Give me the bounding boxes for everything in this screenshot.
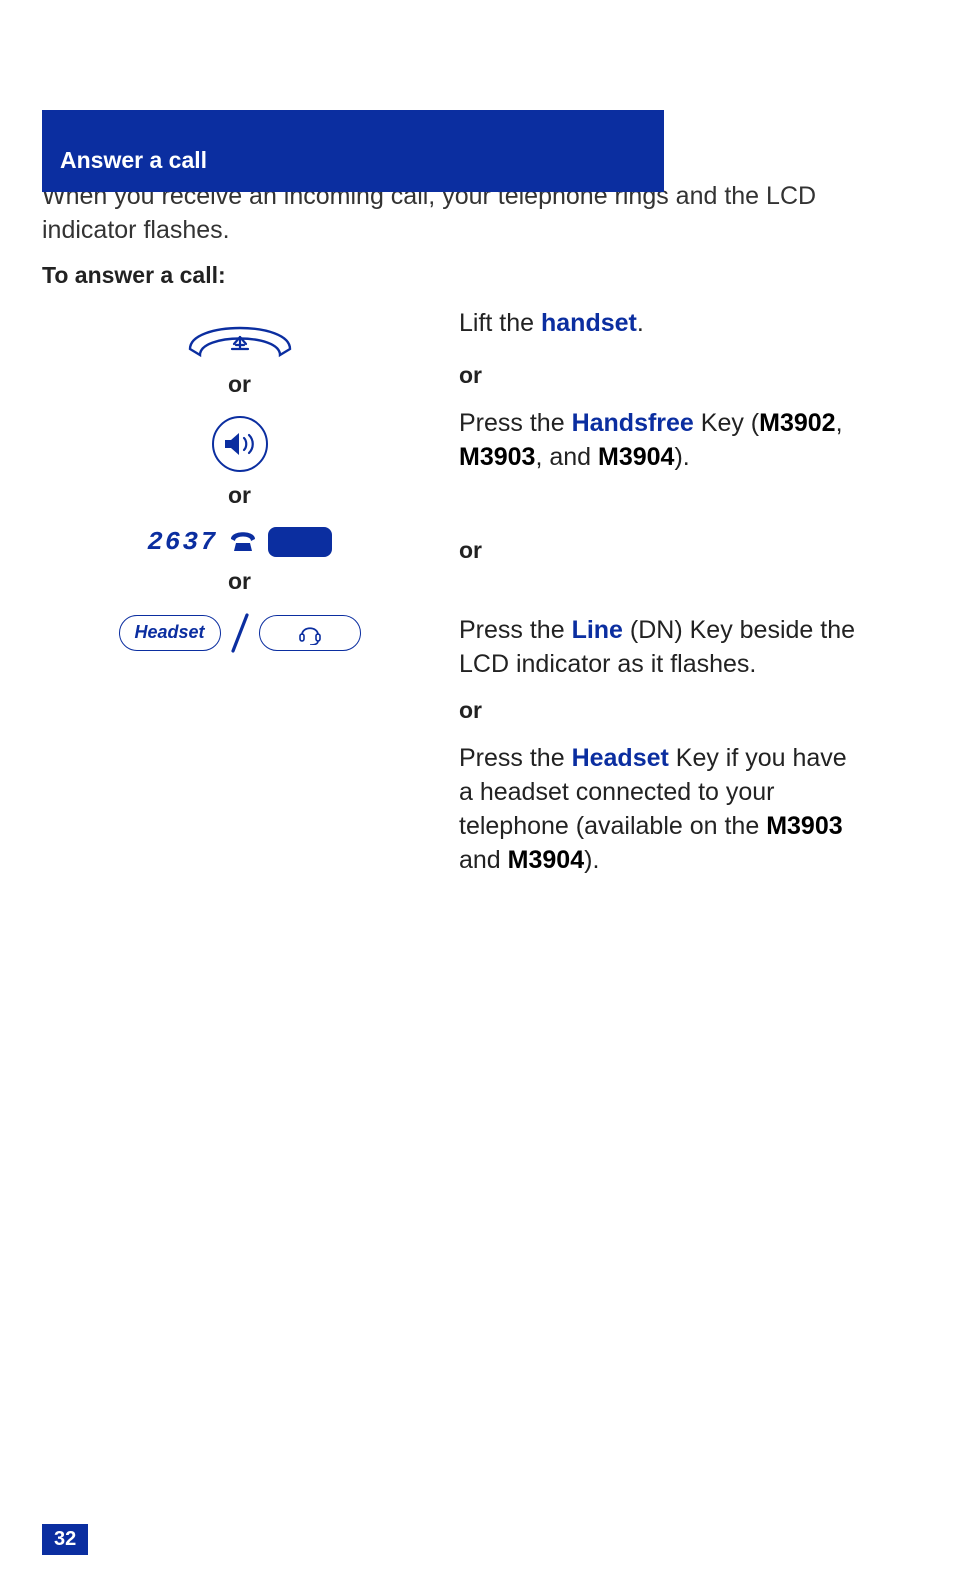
step2-c1: , bbox=[836, 409, 843, 437]
page-number: 32 bbox=[42, 1524, 88, 1555]
step2-mid: Key ( bbox=[694, 409, 759, 437]
headset-icon-key bbox=[259, 615, 361, 651]
step1-post: . bbox=[637, 309, 644, 337]
left-or-2: or bbox=[228, 482, 251, 509]
page-header-text: Answer a call bbox=[60, 147, 207, 174]
step2-pre: Press the bbox=[459, 409, 572, 437]
step2-m3: M3904 bbox=[598, 443, 674, 471]
step2-c2: , and bbox=[535, 443, 598, 471]
step2-text: Press the Handsfree Key (M3902, M3903, a… bbox=[459, 407, 859, 475]
headset-softkey-label: Headset bbox=[134, 622, 204, 643]
step4-keyword: Headset bbox=[572, 744, 669, 772]
slash-icon bbox=[229, 613, 251, 653]
headset-key-pair: Headset bbox=[119, 613, 361, 653]
right-or-1: or bbox=[459, 360, 859, 391]
lead-line: To answer a call: bbox=[42, 262, 912, 289]
step2-post: ). bbox=[674, 443, 689, 471]
handsfree-icon bbox=[212, 416, 268, 472]
left-or-3: or bbox=[228, 568, 251, 595]
step2-m2: M3903 bbox=[459, 443, 535, 471]
right-or-2: or bbox=[459, 535, 859, 566]
step2-keyword: Handsfree bbox=[572, 409, 694, 437]
steps-icons-column: or or 2637 bbox=[42, 307, 437, 888]
right-or-3: or bbox=[459, 695, 859, 726]
step4-text: Press the Headset Key if you have a head… bbox=[459, 742, 859, 877]
step4-c1: and bbox=[459, 846, 508, 874]
step4-pre: Press the bbox=[459, 744, 572, 772]
left-or-1: or bbox=[228, 371, 251, 398]
headset-icon bbox=[297, 621, 323, 645]
dn-number: 2637 bbox=[147, 527, 217, 557]
lcd-indicator-lamp-icon bbox=[268, 527, 332, 557]
step3-pre: Press the bbox=[459, 616, 572, 644]
step3-keyword: Line bbox=[572, 616, 623, 644]
step3-text: Press the Line (DN) Key beside the LCD i… bbox=[459, 614, 859, 682]
steps-text-column: Lift the handset. or Press the Handsfree… bbox=[459, 307, 859, 888]
headset-softkey: Headset bbox=[119, 615, 221, 651]
step4-m2: M3904 bbox=[508, 846, 584, 874]
line-key-row: 2637 bbox=[147, 527, 331, 558]
page-header-tab: Answer a call bbox=[42, 110, 664, 192]
step1-pre: Lift the bbox=[459, 309, 541, 337]
handset-icon bbox=[180, 315, 300, 361]
step2-m1: M3902 bbox=[759, 409, 835, 437]
step1-keyword: handset bbox=[541, 309, 637, 337]
step4-post: ). bbox=[584, 846, 599, 874]
step1-text: Lift the handset. bbox=[459, 307, 859, 341]
phone-glyph-icon bbox=[228, 527, 258, 558]
step4-m1: M3903 bbox=[766, 812, 842, 840]
